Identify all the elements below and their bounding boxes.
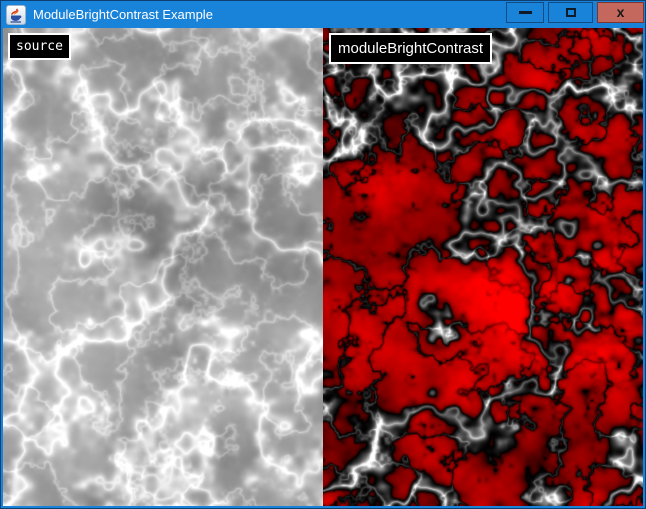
minimize-icon [519, 11, 532, 14]
source-image-label: source [8, 33, 71, 60]
maximize-button[interactable] [548, 2, 593, 23]
modulebrightcontrast-image-canvas [323, 28, 643, 506]
maximize-icon [566, 8, 576, 17]
minimize-button[interactable] [506, 2, 544, 23]
modulebrightcontrast-image-label: moduleBrightContrast [329, 33, 492, 64]
java-cup-icon [6, 5, 26, 25]
source-panel: source [3, 28, 323, 506]
titlebar[interactable]: ModuleBrightContrast Example x [1, 1, 645, 28]
content-area: source moduleBrightContrast [1, 28, 645, 508]
close-icon: x [617, 5, 625, 19]
window-title: ModuleBrightContrast Example [33, 1, 506, 28]
source-image-canvas [3, 28, 323, 506]
close-button[interactable]: x [597, 2, 644, 23]
app-window: ModuleBrightContrast Example x source mo… [0, 0, 646, 509]
modulebrightcontrast-panel: moduleBrightContrast [323, 28, 643, 506]
window-controls: x [506, 2, 644, 23]
